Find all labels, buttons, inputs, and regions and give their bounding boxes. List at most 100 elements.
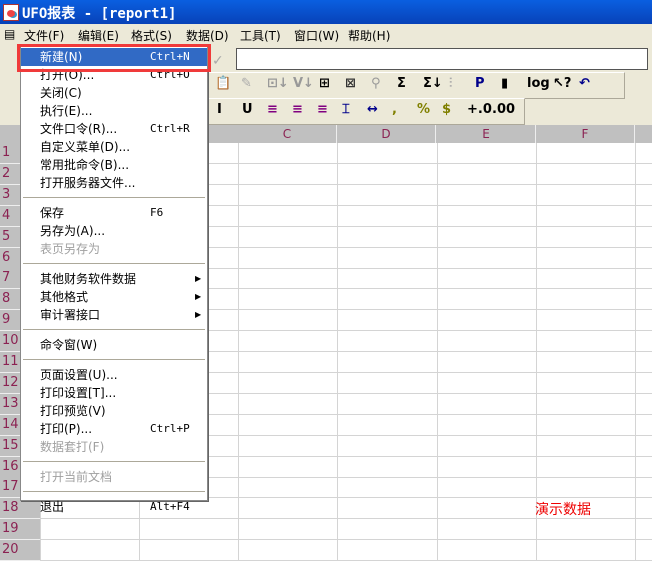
menu-item-label: 其他格式 (40, 290, 89, 304)
toolbar-standard: 📋 ✎ ⊡↓ V↓ ⊞ ⊠ ⚲ Σ Σ↓ ⫶ P ▮ log ↖? ↶ (208, 72, 625, 99)
menu-item-label: 文件口令(R)... (40, 122, 118, 136)
toolbar-button-icon[interactable]: P (475, 76, 485, 91)
toolbar-button-icon[interactable]: Σ↓ (423, 76, 443, 91)
menu-separator (23, 197, 205, 198)
row-header[interactable]: 19 (0, 519, 40, 541)
menu-2[interactable]: 格式(S) (131, 27, 172, 44)
submenu-arrow-icon: ▶ (195, 274, 202, 283)
menu-item-label: 审计署接口 (40, 308, 101, 322)
menu-item-shortcut: Ctrl+R (150, 122, 190, 135)
menu-item[interactable]: 另存为(A)... (21, 222, 207, 240)
menu-item-label: 页面设置(U)... (40, 368, 118, 382)
toolbar-button-icon[interactable]: 📋 (215, 76, 231, 91)
menu-5[interactable]: 窗口(W) (294, 27, 339, 44)
toolbar-button-icon[interactable]: ⚲ (371, 76, 381, 91)
menu-item[interactable]: 执行(E)... (21, 102, 207, 120)
format-button-icon[interactable]: $ (442, 102, 451, 117)
menu-separator (23, 461, 205, 462)
window-title: UFO报表 - [report1] (22, 6, 177, 22)
menu-item-label: 打印预览(V) (40, 404, 106, 418)
submenu-arrow-icon: ▶ (195, 310, 202, 319)
format-button-icon[interactable]: % (417, 102, 430, 117)
title-bar: UFO报表 - [report1] (0, 0, 652, 24)
menu-separator (23, 491, 205, 492)
menu-separator (23, 329, 205, 330)
format-button-icon[interactable]: +.0 (467, 102, 492, 117)
toolbar-button-icon[interactable]: ✎ (241, 76, 252, 91)
format-button-icon[interactable]: ≡ (267, 102, 278, 117)
format-button-icon[interactable]: ≡ (292, 102, 303, 117)
column-header-F[interactable]: F (536, 125, 635, 143)
menu-item-label: 执行(E)... (40, 104, 93, 118)
format-button-icon[interactable]: ≡ (317, 102, 328, 117)
toolbar-button-icon[interactable]: ↶ (579, 76, 590, 91)
menu-item-label: 退出 (40, 500, 65, 514)
menu-item-label: 打开服务器文件... (40, 176, 136, 190)
format-button-icon[interactable]: ↔ (367, 102, 378, 117)
menu-item: 表页另存为 (21, 240, 207, 258)
menu-item[interactable]: 命令窗(W) (21, 336, 207, 354)
menu-item[interactable]: 打印预览(V) (21, 402, 207, 420)
toolbar-button-icon[interactable]: ↖? (553, 76, 571, 91)
file-menu: 新建(N) Ctrl+N 打开(O)... Ctrl+O 关闭(C) 执行(E)... 文件… (20, 44, 208, 514)
toolbar-button-icon[interactable]: ⊠ (345, 76, 356, 91)
menu-item[interactable]: 打印(P)... Ctrl+P (21, 420, 207, 438)
menu-item[interactable]: 其他财务软件数据 ▶ (21, 270, 207, 288)
menu-item[interactable]: 打印设置[T]... (21, 384, 207, 402)
menu-bar: ▤ 文件(F) 编辑(E) 格式(S) 数据(D) 工具(T) 窗口(W) 帮助(H) (0, 24, 652, 45)
highlight-box (17, 44, 211, 72)
toolbar-button-icon[interactable]: ⊞ (319, 76, 330, 91)
menu-6[interactable]: 帮助(H) (348, 27, 390, 44)
doc-icon[interactable]: ▤ (4, 27, 15, 41)
column-header-E[interactable]: E (437, 125, 536, 143)
confirm-icon[interactable]: ✓ (212, 53, 224, 69)
format-button-icon[interactable]: ⌶ (342, 102, 350, 117)
menu-item[interactable]: 打开服务器文件... (21, 174, 207, 192)
demo-data-label: 演示数据 (535, 502, 591, 518)
menu-item[interactable]: 关闭(C) (21, 84, 207, 102)
toolbar-button-icon[interactable]: log (527, 76, 550, 91)
submenu-arrow-icon: ▶ (195, 292, 202, 301)
menu-item-label: 打印设置[T]... (40, 386, 117, 400)
menu-item[interactable]: 文件口令(R)... Ctrl+R (21, 120, 207, 138)
app-icon (3, 4, 19, 21)
menu-item-label: 打开当前文档 (40, 470, 113, 484)
menu-separator (23, 263, 205, 264)
grid-line (40, 539, 652, 541)
format-button-icon[interactable]: U (242, 102, 253, 117)
menu-item[interactable]: 自定义菜单(D)... (21, 138, 207, 156)
toolbar-button-icon[interactable]: ⊡↓ (267, 76, 289, 91)
toolbar-button-icon[interactable]: ▮ (501, 76, 508, 91)
format-button-icon[interactable]: .00 (492, 102, 515, 117)
toolbar-button-icon[interactable]: V↓ (293, 76, 314, 91)
menu-item-label: 另存为(A)... (40, 224, 106, 238)
menu-1[interactable]: 编辑(E) (78, 27, 119, 44)
menu-item[interactable]: 保存 F6 (21, 204, 207, 222)
menu-item-label: 表页另存为 (40, 242, 101, 256)
column-header-D[interactable]: D (337, 125, 436, 143)
menu-separator (23, 359, 205, 360)
menu-4[interactable]: 工具(T) (240, 27, 281, 44)
menu-item-label: 关闭(C) (40, 86, 82, 100)
menu-item-label: 常用批命令(B)... (40, 158, 130, 172)
menu-item[interactable]: 退出 Alt+F4 (21, 498, 207, 516)
menu-item-shortcut: Alt+F4 (150, 500, 190, 513)
menu-item: 数据套打(F) (21, 438, 207, 456)
menu-item[interactable]: 其他格式 ▶ (21, 288, 207, 306)
toolbar-button-icon[interactable]: ⫶ (449, 76, 452, 91)
menu-item[interactable]: 页面设置(U)... (21, 366, 207, 384)
toolbar-button-icon[interactable]: Σ (397, 76, 406, 91)
toolbar-format: I U ≡ ≡ ≡ ⌶ ↔,% $ +.0.00 (208, 98, 525, 125)
column-header-C[interactable]: C (238, 125, 337, 143)
row-header[interactable]: 20 (0, 540, 40, 561)
formula-input[interactable] (236, 48, 648, 70)
menu-item[interactable]: 常用批命令(B)... (21, 156, 207, 174)
menu-item-shortcut: Ctrl+P (150, 422, 190, 435)
menu-item[interactable]: 审计署接口 ▶ (21, 306, 207, 324)
format-button-icon[interactable]: , (392, 102, 397, 117)
menu-item-label: 其他财务软件数据 (40, 272, 137, 286)
menu-3[interactable]: 数据(D) (186, 27, 229, 44)
format-button-icon[interactable]: I (217, 102, 222, 117)
menu-0[interactable]: 文件(F) (24, 27, 64, 44)
menu-item: 打开当前文档 (21, 468, 207, 486)
